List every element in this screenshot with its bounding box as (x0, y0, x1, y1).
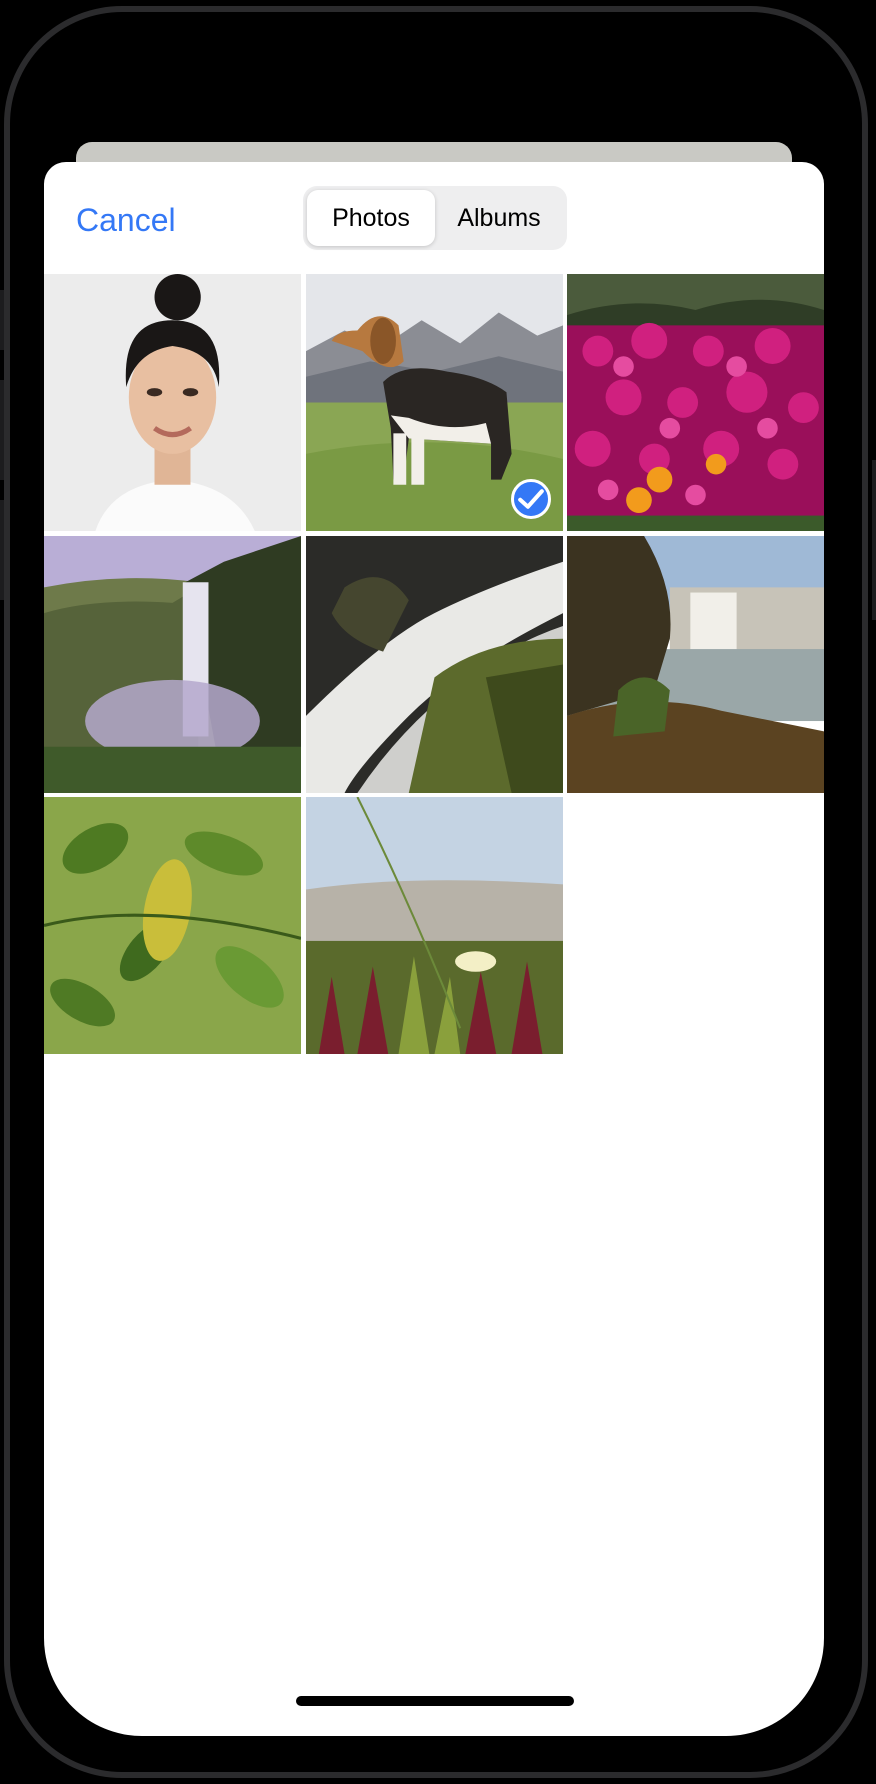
portrait-image (44, 274, 301, 531)
device-power-button (872, 460, 876, 620)
photo-grid (44, 274, 824, 1054)
device-side-button (0, 290, 4, 350)
photo-thumbnail-beagle[interactable] (305, 274, 563, 531)
photo-thumbnail-ice-plant[interactable] (305, 797, 563, 1054)
photo-thumbnail-portrait[interactable] (44, 274, 301, 531)
home-indicator[interactable] (296, 1696, 574, 1706)
pink-flowers-image (567, 274, 824, 531)
waterfall-valley-image (44, 535, 301, 793)
photo-picker-sheet: Cancel Photos Albums (44, 162, 824, 1736)
segment-photos[interactable]: Photos (307, 190, 435, 246)
selected-checkmark-icon (510, 479, 551, 519)
waterfall-rocks-image (305, 535, 563, 793)
photo-thumbnail-green-leaves[interactable] (44, 797, 301, 1054)
source-segmented-control: Photos Albums (303, 186, 567, 250)
photo-thumbnail-waterfall-rocks[interactable] (305, 535, 563, 793)
cancel-button[interactable]: Cancel (76, 202, 176, 239)
segment-albums[interactable]: Albums (435, 190, 563, 246)
ice-plant-image (305, 797, 563, 1054)
green-leaves-image (44, 797, 301, 1054)
device-volume-up (0, 380, 4, 480)
photo-thumbnail-waterfall-valley[interactable] (44, 535, 301, 793)
photo-thumbnail-waterfall-lake[interactable] (567, 535, 824, 793)
photo-thumbnail-pink-flowers[interactable] (567, 274, 824, 531)
waterfall-lake-image (567, 535, 824, 793)
device-volume-down (0, 500, 4, 600)
